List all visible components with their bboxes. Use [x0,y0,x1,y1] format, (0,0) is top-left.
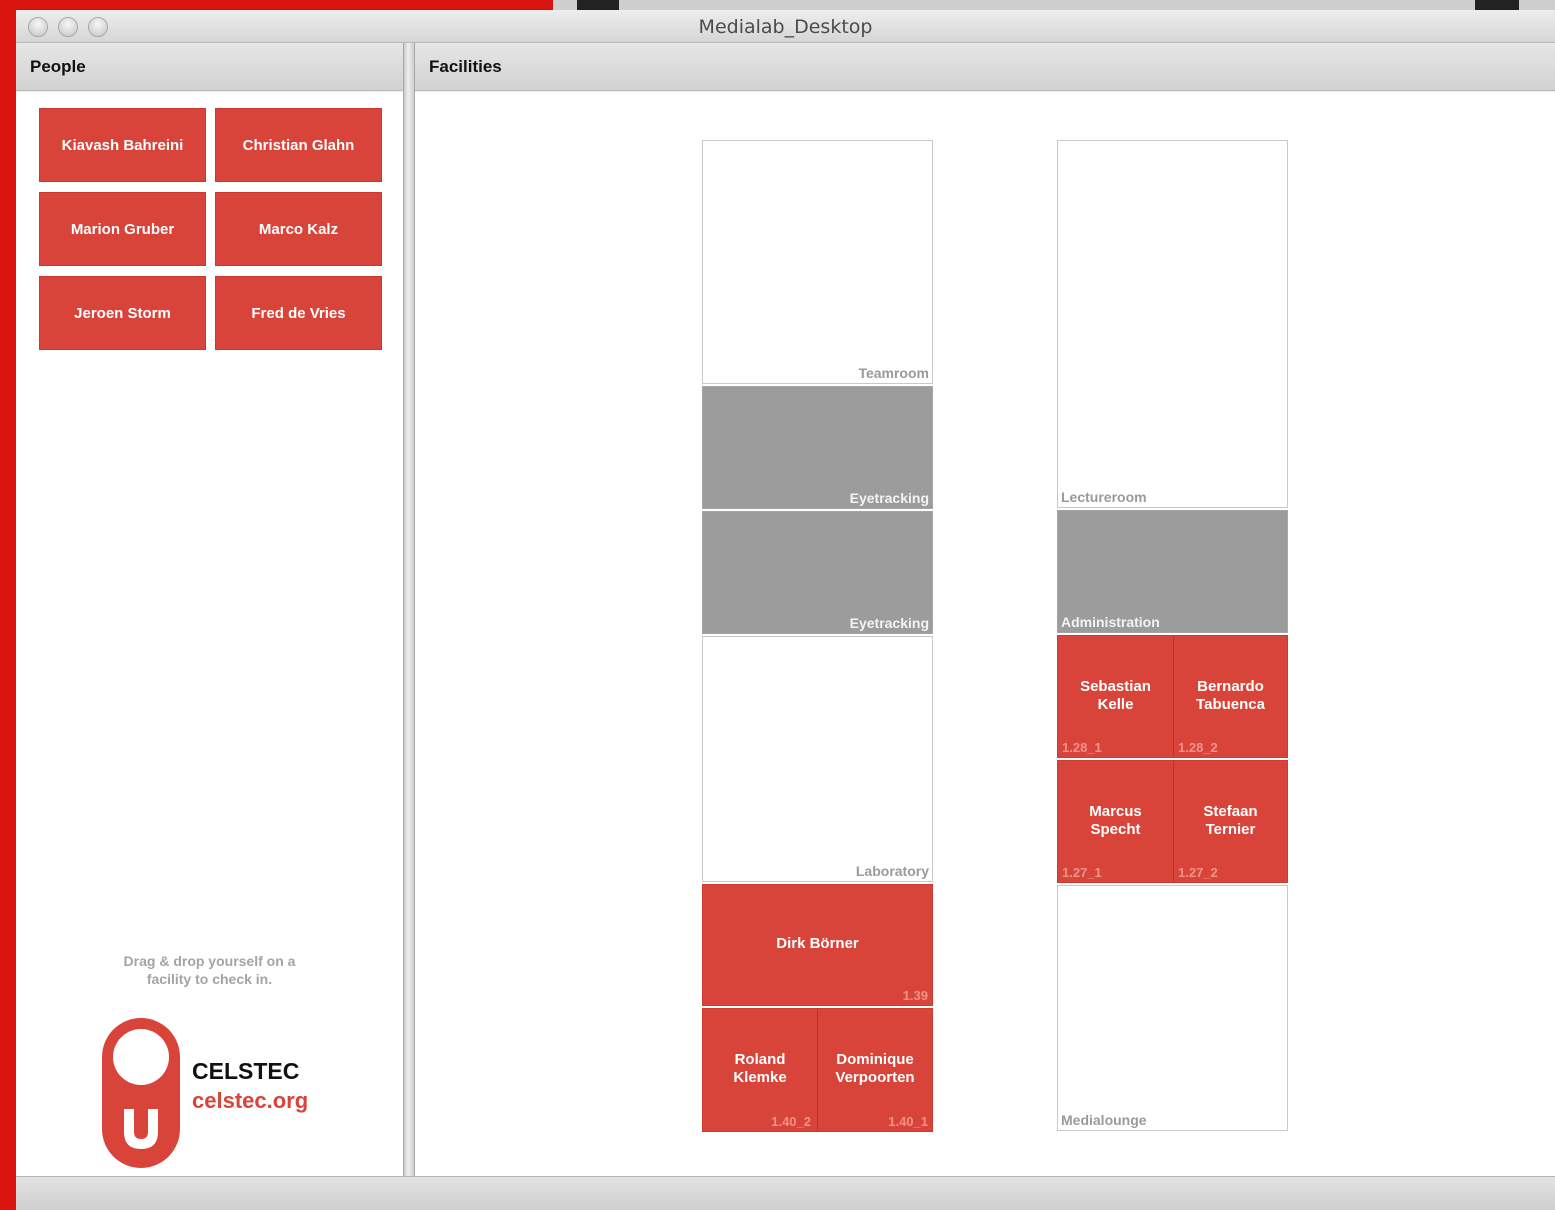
facilities-panel-header: Facilities [415,43,1555,91]
background-dark-block [1475,0,1519,10]
people-panel: Kiavash Bahreini Christian Glahn Marion … [16,92,403,1176]
seat-code: 1.28_1 [1062,740,1102,755]
background-window-strip [553,0,1555,10]
person-tile[interactable]: Christian Glahn [215,108,382,182]
person-tile[interactable]: Kiavash Bahreini [39,108,206,182]
room-1-28[interactable]: Sebastian Kelle 1.28_1 Bernardo Tabuenca… [1057,635,1288,758]
room-label: Laboratory [855,863,929,879]
occupant-name[interactable]: Roland Klemke [703,1051,817,1087]
occupant-name[interactable]: Marcus Specht [1058,803,1173,839]
room-label: Medialounge [1061,1112,1147,1128]
seat-1-40-1[interactable]: Dominique Verpoorten 1.40_1 [818,1009,932,1131]
occupant-name[interactable]: Bernardo Tabuenca [1174,678,1287,714]
person-tile[interactable]: Marco Kalz [215,192,382,266]
room-label: Eyetracking [849,490,929,506]
seat-1-40-2[interactable]: Roland Klemke 1.40_2 [703,1009,818,1131]
facilities-panel: Teamroom Eyetracking Eyetracking Laborat… [415,92,1555,1176]
room-label: Administration [1061,614,1160,630]
occupant-last-name: Klemke [733,1069,787,1086]
logo-name: CELSTEC [192,1058,300,1084]
room-laboratory[interactable]: Laboratory [702,636,933,882]
hint-line: Drag & drop yourself on a [123,953,296,969]
occupant-first-name: Bernardo [1197,678,1264,695]
window-title: Medialab_Desktop [698,16,873,38]
drag-drop-hint: Drag & drop yourself on a facility to ch… [16,952,403,988]
occupant-name[interactable]: Dominique Verpoorten [818,1051,932,1087]
logo-url: celstec.org [192,1088,309,1113]
occupant-last-name: Specht [1090,821,1141,838]
seat-1-28-1[interactable]: Sebastian Kelle 1.28_1 [1058,636,1174,757]
status-bar [16,1176,1555,1210]
person-tile[interactable]: Fred de Vries [215,276,382,350]
seat-code: 1.28_2 [1178,740,1218,755]
occupant-last-name: Verpoorten [835,1069,915,1086]
seat-1-28-2[interactable]: Bernardo Tabuenca 1.28_2 [1174,636,1287,757]
title-bar[interactable]: Medialab_Desktop [16,10,1555,43]
person-tile[interactable]: Marion Gruber [39,192,206,266]
occupant-last-name: Ternier [1205,821,1256,838]
occupant-name[interactable]: Dirk Börner [703,935,932,953]
occupant-first-name: Sebastian [1080,678,1151,695]
occupant-name[interactable]: Sebastian Kelle [1058,678,1173,714]
people-panel-header: People [16,43,403,91]
hint-line: facility to check in. [146,971,273,987]
room-lectureroom[interactable]: Lectureroom [1057,140,1288,508]
person-tile[interactable]: Jeroen Storm [39,276,206,350]
room-label: Teamroom [858,365,929,381]
seat-1-27-1[interactable]: Marcus Specht 1.27_1 [1058,761,1174,882]
seat-code: 1.40_1 [888,1114,928,1129]
seat-code: 1.39 [902,988,928,1003]
occupant-first-name: Marcus [1089,803,1142,820]
occupant-last-name: Kelle [1097,696,1134,713]
occupant-name[interactable]: Stefaan Ternier [1174,803,1287,839]
celstec-logo-icon [102,1018,180,1168]
room-1-27[interactable]: Marcus Specht 1.27_1 Stefaan Ternier 1.2… [1057,760,1288,883]
room-teamroom[interactable]: Teamroom [702,140,933,384]
occupant-first-name: Dominique [836,1051,914,1068]
room-eyetracking-1[interactable]: Eyetracking [702,386,933,509]
room-eyetracking-2[interactable]: Eyetracking [702,511,933,634]
room-administration[interactable]: Administration [1057,510,1288,633]
seat-code: 1.40_2 [771,1114,811,1129]
seat-1-27-2[interactable]: Stefaan Ternier 1.27_2 [1174,761,1287,882]
room-label: Lectureroom [1061,489,1147,505]
occupant-last-name: Tabuenca [1196,696,1265,713]
occupant-first-name: Stefaan [1203,803,1258,820]
background-dark-block [577,0,619,10]
occupant-first-name: Roland [734,1051,786,1068]
app-window: Medialab_Desktop People Facilities Kiava… [16,10,1555,1210]
seat-code: 1.27_1 [1062,865,1102,880]
room-1-40[interactable]: Roland Klemke 1.40_2 Dominique Verpoorte… [702,1008,933,1132]
split-divider[interactable] [403,43,415,1178]
room-label: Eyetracking [849,615,929,631]
seat-code: 1.27_2 [1178,865,1218,880]
room-1-39[interactable]: Dirk Börner 1.39 [702,884,933,1006]
room-medialounge[interactable]: Medialounge [1057,885,1288,1131]
